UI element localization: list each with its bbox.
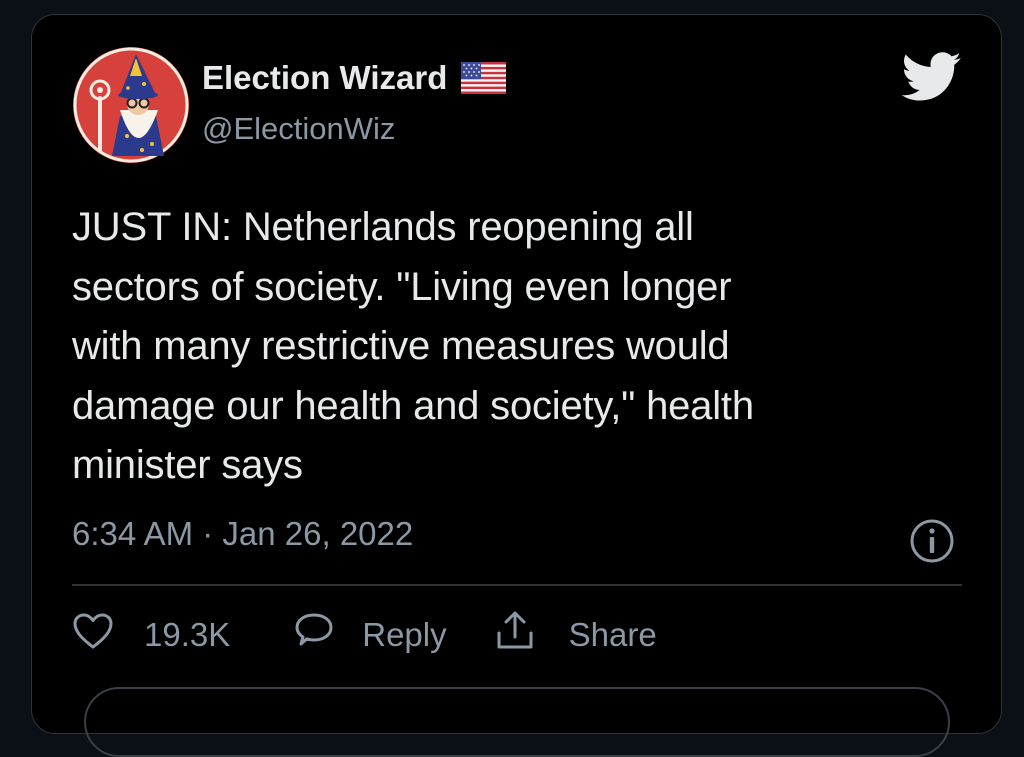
share-button[interactable]: Share bbox=[495, 610, 657, 660]
reply-button[interactable]: Reply bbox=[294, 612, 447, 658]
action-bar: 19.3K Reply Share bbox=[72, 610, 657, 660]
reply-label: Reply bbox=[362, 616, 447, 653]
user-handle[interactable]: @ElectionWiz bbox=[202, 111, 395, 147]
display-name-row[interactable]: Election Wizard bbox=[202, 59, 507, 97]
info-icon[interactable] bbox=[909, 518, 955, 564]
heart-icon bbox=[72, 612, 114, 658]
share-label: Share bbox=[568, 616, 657, 653]
wizard-avatar-icon bbox=[73, 47, 189, 163]
tweet-timestamp[interactable]: 6:34 AM · Jan 26, 2022 bbox=[72, 515, 413, 553]
avatar[interactable] bbox=[72, 46, 190, 164]
read-replies-button[interactable] bbox=[84, 687, 950, 757]
tweet-card: Election Wizard @ElectionWiz JUST IN: Ne… bbox=[31, 14, 1002, 757]
reply-bubble-icon bbox=[294, 612, 334, 658]
divider bbox=[72, 584, 962, 586]
like-button[interactable]: 19.3K bbox=[72, 612, 230, 658]
display-name[interactable]: Election Wizard bbox=[202, 59, 447, 97]
twitter-bird-icon[interactable] bbox=[901, 51, 962, 103]
share-icon bbox=[495, 610, 535, 660]
like-count: 19.3K bbox=[144, 616, 231, 653]
tweet-text: JUST IN: Netherlands reopening all secto… bbox=[72, 205, 754, 487]
us-flag-icon bbox=[461, 62, 507, 94]
